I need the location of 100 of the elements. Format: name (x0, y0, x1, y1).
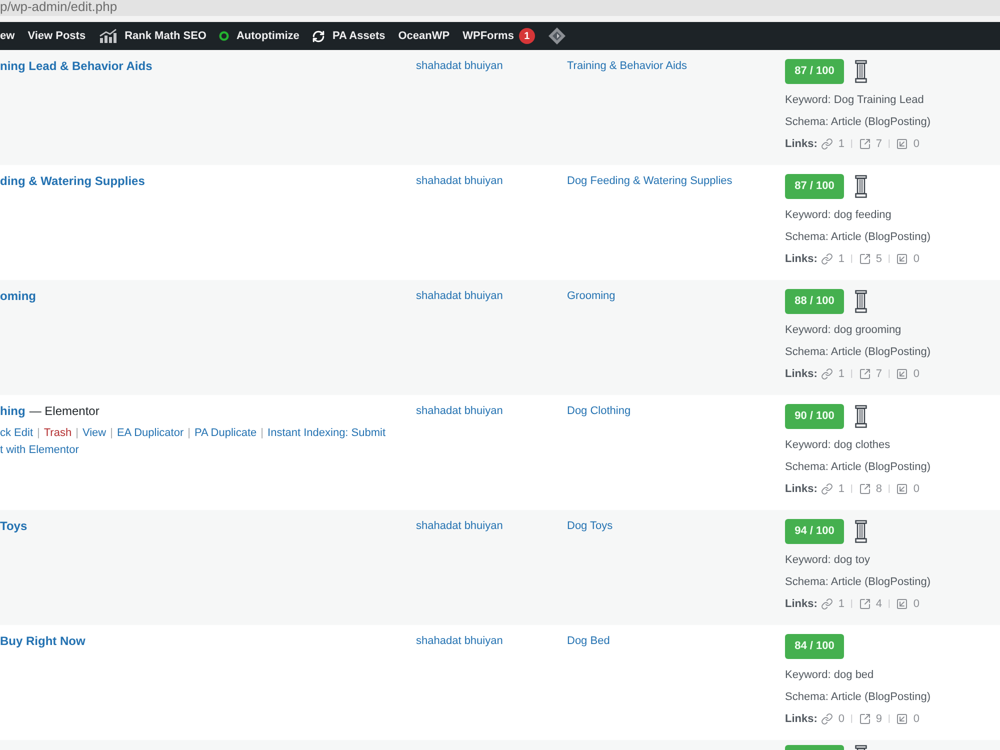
category-link[interactable]: Training & Behavior Aids (567, 60, 688, 72)
focus-keyword: Keyword: dog toy (785, 553, 870, 568)
author-link[interactable]: shahadat bhuiyan (416, 405, 503, 417)
links-label: Links: (785, 482, 818, 497)
row-action-link[interactable]: Instant Indexing: Submit (268, 425, 386, 442)
incoming-links-count: 0 (913, 712, 920, 727)
external-link-icon (858, 138, 871, 150)
row-action-link[interactable]: EA Duplicator (116, 425, 184, 442)
links-separator: | (850, 482, 853, 496)
focus-keyword: Keyword: dog feeding (785, 208, 892, 223)
external-links-count: 9 (876, 712, 882, 727)
schema-type: Schema: Article (BlogPosting) (785, 575, 931, 590)
action-separator: | (110, 426, 113, 441)
external-link-icon (858, 598, 871, 610)
external-link-icon (858, 253, 871, 265)
admin-bar-link[interactable]: OceanWP (398, 28, 450, 44)
links-separator: | (888, 712, 890, 726)
links-separator: | (888, 367, 890, 380)
category-link[interactable]: Dog Clothing (567, 405, 631, 417)
author-link[interactable]: shahadat bhuiyan (416, 520, 503, 532)
links-separator: | (850, 252, 853, 266)
score-badge: 84 / 100 (785, 634, 844, 659)
schema-type: Schema: Article (BlogPosting) (785, 345, 931, 360)
admin-bar-link[interactable]: WPForms (462, 28, 514, 44)
links-separator: | (850, 597, 853, 610)
focus-keyword: Keyword: Dog Training Lead (785, 93, 924, 108)
schema-type: Schema: Article (BlogPosting) (785, 230, 931, 245)
link-icon (821, 483, 834, 495)
post-state: — Elementor (29, 403, 100, 420)
action-separator: | (76, 426, 78, 441)
action-separator: | (188, 426, 190, 441)
external-links-count: 5 (876, 252, 882, 267)
post-title-link[interactable]: oming (0, 288, 36, 305)
post-title-link[interactable]: ding & Watering Supplies (0, 173, 145, 190)
external-link-icon (858, 713, 871, 725)
schema-type: Schema: Article (BlogPosting) (785, 460, 931, 475)
internal-links-count: 1 (838, 596, 845, 612)
links-separator: | (888, 482, 890, 496)
links-separator: | (850, 367, 853, 380)
links-separator: | (888, 252, 890, 266)
admin-bar-link[interactable]: Rank Math SEO (124, 28, 206, 44)
admin-bar-link[interactable]: PA Assets (332, 28, 386, 44)
schema-type: Schema: Article (BlogPosting) (785, 690, 931, 705)
diamond-icon[interactable] (548, 27, 566, 45)
internal-links-count: 1 (838, 252, 845, 267)
post-title-link[interactable]: Toys (0, 518, 28, 535)
links-label: Links: (785, 712, 818, 727)
category-link[interactable]: Dog Feeding & Watering Supplies (567, 175, 732, 187)
row-action-link[interactable]: View (82, 425, 106, 442)
links-separator: | (888, 597, 890, 610)
action-separator: | (260, 426, 264, 441)
links-separator: | (888, 137, 890, 150)
link-icon (821, 253, 834, 265)
incoming-link-icon (896, 713, 908, 725)
link-icon (821, 713, 834, 725)
focus-keyword: Keyword: dog clothes (785, 438, 890, 453)
post-title-link[interactable]: ning Lead & Behavior Aids (0, 58, 152, 75)
incoming-links-count: 0 (913, 252, 920, 267)
row-action-link[interactable]: PA Duplicate (194, 425, 257, 442)
post-title-link[interactable]: Buy Right Now (0, 633, 86, 650)
author-link[interactable]: shahadat bhuiyan (416, 60, 503, 72)
refresh-icon (312, 30, 326, 42)
notification-count: 1 (518, 28, 535, 44)
link-icon (821, 598, 834, 610)
incoming-link-icon (896, 483, 908, 495)
incoming-links-count: 0 (913, 136, 920, 152)
address-bar[interactable]: p/wp-admin/edit.php (0, 0, 1000, 16)
external-link-icon (858, 483, 871, 495)
incoming-links-count: 0 (913, 366, 920, 382)
links-label: Links: (785, 366, 818, 382)
focus-keyword: Keyword: dog grooming (785, 323, 902, 338)
links-label: Links: (785, 252, 818, 267)
incoming-links-count: 0 (913, 482, 920, 497)
trash-link[interactable]: Trash (44, 425, 72, 442)
links-separator: | (850, 712, 853, 726)
external-links-count: 7 (876, 366, 882, 382)
internal-links-count: 1 (838, 366, 845, 382)
bar-chart-icon (98, 29, 118, 43)
incoming-link-icon (896, 368, 908, 380)
action-separator: | (37, 426, 40, 441)
admin-bar-link[interactable]: View Posts (28, 28, 86, 44)
external-link-icon (858, 368, 871, 380)
author-link[interactable]: shahadat bhuiyan (416, 175, 503, 187)
incoming-links-count: 0 (913, 596, 920, 612)
external-links-count: 7 (876, 136, 882, 152)
internal-links-count: 1 (838, 482, 845, 497)
row-action-link[interactable]: t with Elementor (0, 442, 79, 459)
score-badge: 90 / 100 (785, 404, 844, 429)
admin-bar-link[interactable]: Autoptimize (236, 28, 300, 44)
admin-bar-link[interactable]: ew (0, 28, 15, 44)
incoming-link-icon (896, 253, 908, 265)
author-link[interactable]: shahadat bhuiyan (416, 635, 503, 647)
row-action-link[interactable]: ck Edit (0, 425, 34, 442)
post-title-link[interactable]: hing (0, 403, 26, 420)
category-link[interactable]: Grooming (567, 290, 616, 302)
score-badge: 94 / 100 (785, 519, 844, 544)
incoming-link-icon (896, 138, 908, 150)
author-link[interactable]: shahadat bhuiyan (416, 290, 503, 302)
category-link[interactable]: Dog Toys (567, 520, 613, 532)
category-link[interactable]: Dog Bed (567, 635, 610, 647)
